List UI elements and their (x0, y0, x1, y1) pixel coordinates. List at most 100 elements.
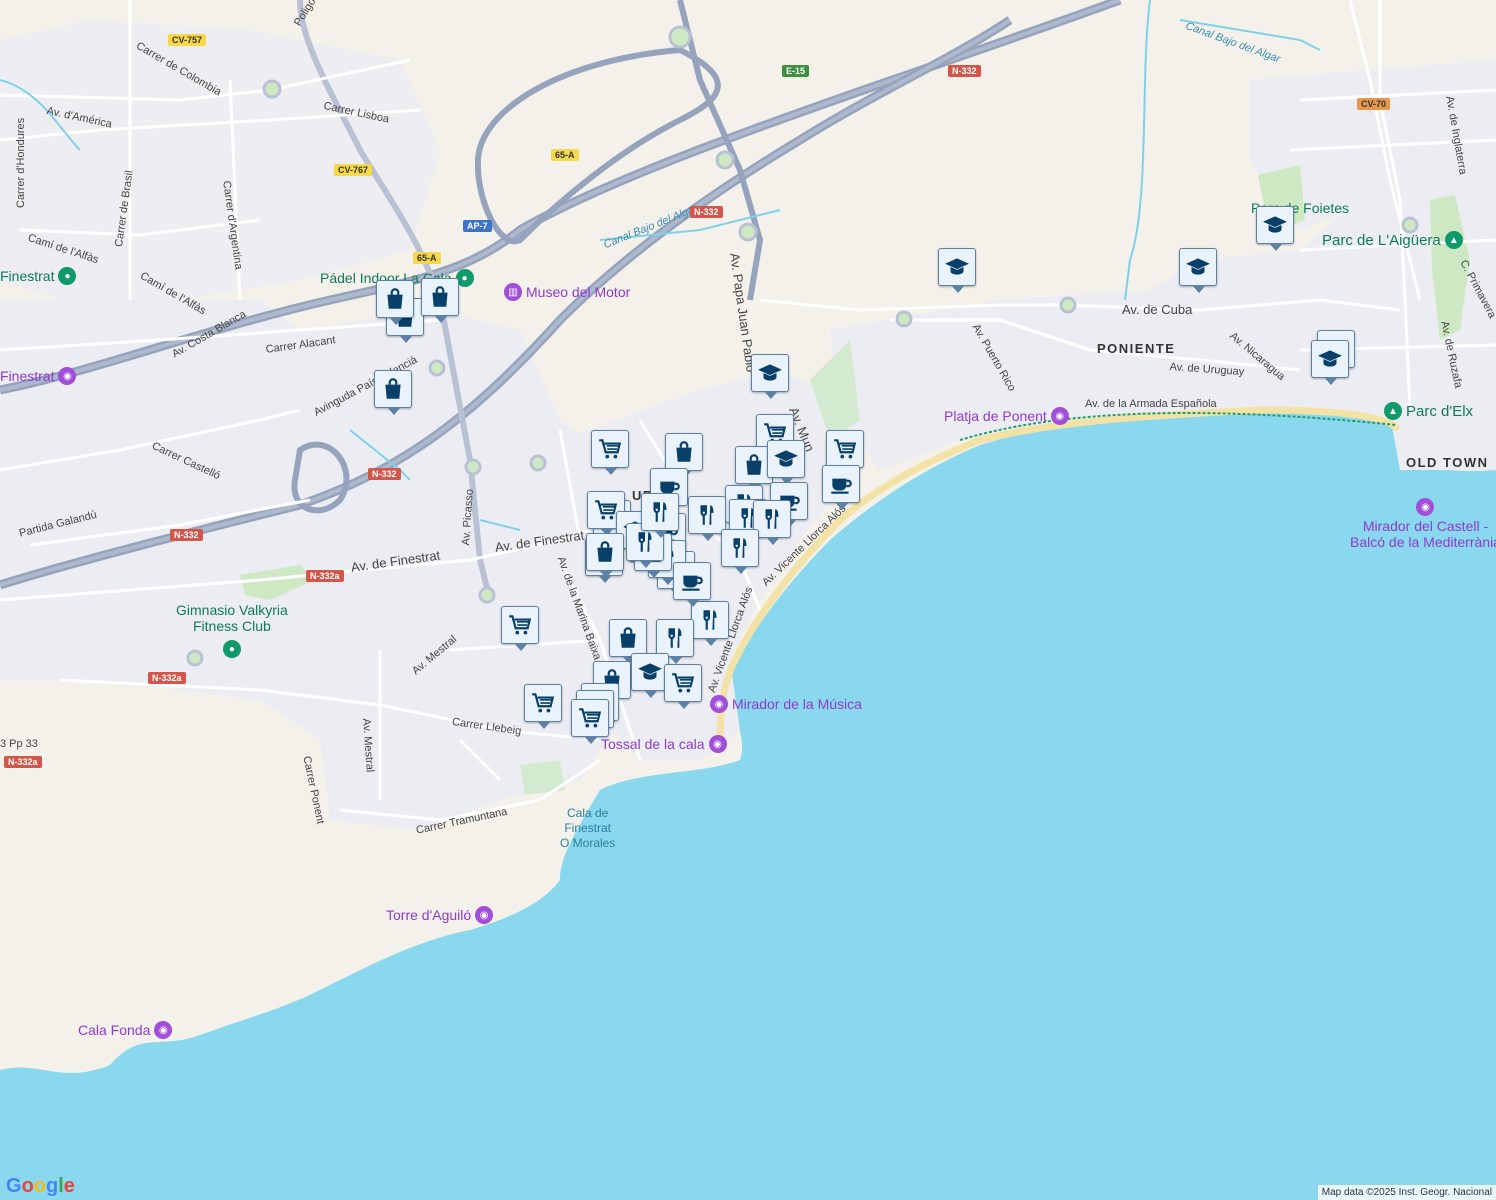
poi-finestrat-sight[interactable]: Finestrat ◉ (0, 367, 77, 385)
poi-mirador-castell-label-2: Balcó de la Mediterrània (1350, 534, 1496, 550)
shopping-bag-marker[interactable] (374, 370, 412, 415)
camera-icon: ◉ (710, 695, 728, 713)
poi-parc-elx[interactable]: ▲ Parc d'Elx (1384, 402, 1473, 420)
shield-cv767: CV-767 (334, 164, 373, 176)
shield-cv757: CV-757 (168, 34, 207, 46)
tree-icon: ▲ (1444, 231, 1463, 249)
shopping-bag-icon (380, 376, 406, 402)
camera-icon: ◉ (475, 906, 494, 924)
camera-icon: ◉ (708, 735, 727, 753)
school-marker[interactable] (767, 440, 805, 485)
shield-n332-1: N-332 (948, 65, 981, 77)
museum-icon: ▥ (504, 283, 522, 301)
sports-icon: ● (222, 640, 241, 658)
poi-finestrat-sports[interactable]: Finestrat ● (0, 267, 77, 285)
poi-gimnasio-valkyria[interactable]: Gimnasio Valkyria Fitness Club ● (176, 602, 288, 658)
school-icon (773, 446, 799, 472)
poi-mirador-castell[interactable]: ◉ Mirador del Castell - Balcó de la Medi… (1350, 498, 1496, 550)
sports-icon: ● (58, 267, 77, 285)
shield-cv70: CV-70 (1357, 98, 1391, 110)
shield-n332-3: N-332 (368, 468, 401, 480)
poi-cala-fonda-label: Cala Fonda (78, 1022, 151, 1038)
urban-area-west (0, 300, 640, 830)
poi-platja-ponent[interactable]: Platja de Ponent ◉ (944, 407, 1069, 425)
coffee-icon (828, 471, 854, 497)
road-label-av-cuba: Av. de Cuba (1122, 302, 1193, 317)
school-icon (1262, 212, 1288, 238)
school-icon (1317, 346, 1343, 372)
coffee-marker[interactable] (822, 465, 860, 510)
restaurant-icon (647, 499, 673, 525)
restaurant-marker[interactable] (721, 529, 759, 574)
water-label-cala-finestrat: Cala de Finestrat O Morales (560, 806, 615, 851)
cart-marker[interactable] (524, 684, 562, 729)
shield-n332a-3: N-332a (4, 756, 42, 768)
poi-parc-elx-label: Parc d'Elx (1406, 402, 1474, 420)
poi-parc-aiguera-label: Parc de L'Aigüera (1322, 231, 1441, 249)
poi-platja-ponent-label: Platja de Ponent (944, 408, 1047, 424)
water-label-line-1: Cala de (566, 806, 609, 820)
restaurant-icon (759, 506, 785, 532)
restaurant-icon (697, 607, 723, 633)
cart-marker[interactable] (571, 699, 609, 744)
poi-finestrat-sight-label: Finestrat (0, 368, 55, 384)
camera-icon: ◉ (58, 367, 77, 385)
cart-marker[interactable] (501, 606, 539, 651)
school-marker[interactable] (938, 248, 976, 293)
road-label-pp33: 3 Pp 33 (0, 738, 38, 750)
shopping-bag-marker[interactable] (665, 433, 703, 478)
shopping-bag-icon (615, 625, 641, 651)
poi-finestrat-sports-label: Finestrat (0, 268, 55, 284)
cart-marker[interactable] (826, 430, 864, 475)
shopping-bag-icon (382, 286, 408, 312)
school-marker[interactable] (1311, 340, 1349, 385)
poi-tossal-cala[interactable]: Tossal de la cala ◉ (601, 735, 727, 753)
cart-icon (670, 670, 696, 696)
camera-icon: ◉ (1416, 498, 1435, 516)
poi-cala-fonda[interactable]: Cala Fonda ◉ (78, 1021, 173, 1039)
cart-icon (832, 436, 858, 462)
coffee-marker[interactable] (673, 562, 711, 607)
school-icon (757, 360, 783, 386)
shield-e15: E-15 (782, 65, 810, 77)
cart-icon (507, 612, 533, 638)
restaurant-marker[interactable] (656, 619, 694, 664)
shopping-bag-marker[interactable] (609, 619, 647, 664)
place-old-town: OLD TOWN (1406, 455, 1489, 470)
restaurant-marker[interactable] (688, 496, 726, 541)
shield-65a-2: 65-A (413, 252, 441, 264)
school-marker[interactable] (1179, 248, 1217, 293)
map-attribution[interactable]: Map data ©2025 Inst. Geogr. Nacional (1317, 1185, 1496, 1200)
cart-icon (577, 705, 603, 731)
restaurant-icon (694, 502, 720, 528)
restaurant-marker[interactable] (641, 493, 679, 538)
restaurant-icon (662, 625, 688, 651)
poi-parc-aiguera[interactable]: Parc de L'Aigüera ▲ (1322, 231, 1463, 249)
urban-area-north (0, 20, 440, 300)
restaurant-icon (727, 535, 753, 561)
cart-marker[interactable] (664, 664, 702, 709)
shield-65a-1: 65-A (551, 149, 579, 161)
cart-marker[interactable] (591, 430, 629, 475)
shopping-bag-marker[interactable] (586, 533, 624, 578)
cart-icon (597, 436, 623, 462)
poi-tossal-cala-label: Tossal de la cala (601, 736, 705, 752)
shopping-bag-marker[interactable] (421, 278, 459, 323)
shield-n332-2: N-332 (690, 206, 723, 218)
shopping-bag-icon (671, 439, 697, 465)
tree-icon: ▲ (1384, 402, 1402, 420)
shield-n332a-2: N-332a (148, 672, 186, 684)
poi-museo-motor[interactable]: ▥ Museo del Motor (504, 283, 630, 301)
shopping-bag-marker[interactable] (376, 280, 414, 325)
poi-torre-aguilo[interactable]: Torre d'Aguiló ◉ (386, 906, 494, 924)
poi-museo-motor-label: Museo del Motor (526, 284, 631, 300)
place-poniente: PONIENTE (1097, 341, 1176, 356)
poi-torre-aguilo-label: Torre d'Aguiló (386, 907, 472, 923)
shield-n332-4: N-332 (170, 529, 203, 541)
school-marker[interactable] (751, 354, 789, 399)
poi-mirador-musica[interactable]: ◉ Mirador de la Música (710, 695, 862, 713)
park-south (520, 760, 565, 795)
school-marker[interactable] (1256, 206, 1294, 251)
shopping-bag-icon (427, 284, 453, 310)
poi-mirador-musica-label: Mirador de la Música (732, 696, 862, 712)
